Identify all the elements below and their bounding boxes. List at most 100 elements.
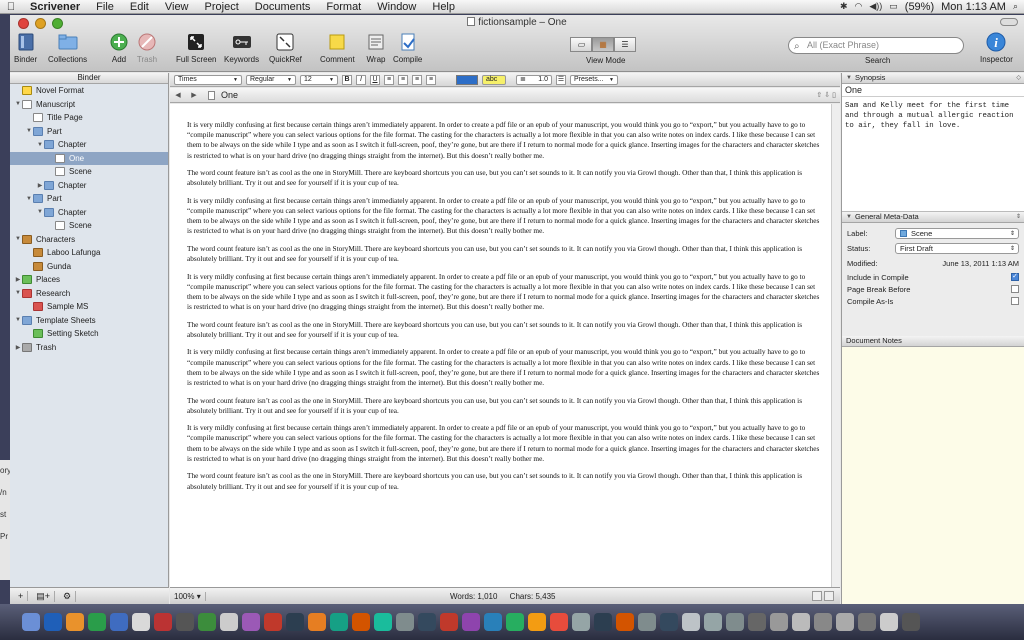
inspector-button[interactable]: i Inspector — [980, 32, 1013, 64]
dock-app-icon[interactable] — [242, 613, 260, 631]
binder-item[interactable]: Scene — [10, 219, 168, 233]
disclosure-triangle-icon[interactable]: ▶ — [14, 344, 22, 351]
dock-app-icon[interactable] — [462, 613, 480, 631]
menu-file[interactable]: File — [88, 0, 122, 14]
dock-app-icon[interactable] — [484, 613, 502, 631]
editor-paragraph[interactable]: The word count feature isn’t as cool as … — [187, 396, 824, 416]
binder-item[interactable]: One — [10, 151, 168, 165]
view-mode-document-button[interactable]: ▭ — [570, 37, 592, 52]
view-mode-outline-button[interactable]: ☰ — [614, 37, 636, 52]
binder-button[interactable]: Binder — [14, 32, 37, 64]
search-field[interactable]: ⌕ All (Exact Phrase) — [788, 37, 964, 54]
zoom-select[interactable]: 100% ▾ — [170, 591, 206, 601]
wrap-button[interactable]: Wrap — [365, 32, 387, 64]
dock-app-icon[interactable] — [352, 613, 370, 631]
binder-item[interactable]: ▼ Part — [10, 125, 168, 139]
disclosure-triangle-icon[interactable]: ▼ — [36, 209, 44, 215]
document-icon[interactable] — [824, 591, 834, 601]
battery-icon[interactable]: ▭ — [889, 1, 898, 12]
binder-item[interactable]: ▼ Chapter — [10, 206, 168, 220]
dock-app-icon[interactable] — [682, 613, 700, 631]
add-button[interactable]: Add — [108, 32, 130, 64]
dock-app-icon[interactable] — [440, 613, 458, 631]
full-screen-button[interactable]: Full Screen — [176, 32, 216, 64]
editor-paragraph[interactable]: The word count feature isn’t as cool as … — [187, 168, 824, 188]
disclosure-triangle-icon[interactable]: ▼ — [14, 317, 22, 323]
align-right-button[interactable]: ≡ — [412, 74, 422, 85]
menu-app[interactable]: Scrivener — [22, 0, 88, 14]
dock-app-icon[interactable] — [660, 613, 678, 631]
document-notes-header[interactable]: Document Notes — [842, 336, 1024, 347]
keywords-button[interactable]: Keywords — [224, 32, 259, 64]
wifi-icon[interactable]: ◠ — [854, 1, 862, 12]
dock-app-icon[interactable] — [132, 613, 150, 631]
status-select[interactable]: First Draft ⇕ — [895, 243, 1019, 254]
binder-add-folder-button[interactable]: ▤+ — [32, 590, 56, 602]
meta-data-header[interactable]: ▼ General Meta-Data ⇕ — [842, 212, 1024, 223]
dock-app-icon[interactable] — [374, 613, 392, 631]
synopsis-title-field[interactable]: One — [842, 84, 1024, 97]
disclosure-triangle-icon[interactable]: ▼ — [14, 236, 22, 242]
highlight-color-button[interactable]: abc — [482, 74, 506, 85]
dock-app-icon[interactable] — [506, 613, 524, 631]
dock-app-icon[interactable] — [550, 613, 568, 631]
editor-text[interactable]: It is very mildly confusing at first bec… — [170, 104, 840, 492]
dock-app-icon[interactable] — [154, 613, 172, 631]
disclosure-triangle-icon[interactable]: ▼ — [14, 101, 22, 107]
synopsis-text[interactable]: Sam and Kelly meet for the first time an… — [842, 97, 1024, 212]
target-icon[interactable] — [812, 591, 822, 601]
dock-app-icon[interactable] — [198, 613, 216, 631]
text-editor[interactable]: It is very mildly confusing at first bec… — [170, 104, 840, 587]
dock-app-icon[interactable] — [330, 613, 348, 631]
binder-item[interactable]: Title Page — [10, 111, 168, 125]
dock-app-icon[interactable] — [836, 613, 854, 631]
dock-app-icon[interactable] — [880, 613, 898, 631]
compile-as-is-checkbox[interactable] — [1011, 297, 1019, 305]
disclosure-triangle-icon[interactable]: ▼ — [14, 290, 22, 296]
binder-item[interactable]: Laboo Lafunga — [10, 246, 168, 260]
dock-app-icon[interactable] — [396, 613, 414, 631]
down-arrow-icon[interactable]: ⇩ — [824, 91, 830, 99]
justify-button[interactable]: ≡ — [426, 74, 436, 85]
disclosure-triangle-icon[interactable]: ▼ — [25, 196, 33, 202]
disclosure-triangle-icon[interactable]: ▼ — [36, 142, 44, 148]
presets-select[interactable]: Presets... ▼ — [570, 74, 618, 85]
font-style-select[interactable]: Regular ▼ — [246, 74, 296, 85]
dock-app-icon[interactable] — [308, 613, 326, 631]
binder-item[interactable]: ▼ Part — [10, 192, 168, 206]
binder-item[interactable]: ▼ Research — [10, 287, 168, 301]
align-left-button[interactable]: ≡ — [384, 74, 394, 85]
dock-app-icon[interactable] — [748, 613, 766, 631]
editor-paragraph[interactable]: It is very mildly confusing at first bec… — [187, 347, 824, 388]
clock[interactable]: Mon 1:13 AM — [941, 1, 1006, 13]
image-toggle-icon[interactable]: ◇ — [1016, 73, 1024, 83]
comment-button[interactable]: Comment — [320, 32, 355, 64]
include-in-compile-checkbox[interactable]: ✓ — [1011, 273, 1019, 281]
binder-item[interactable]: ▼ Template Sheets — [10, 314, 168, 328]
font-size-select[interactable]: 12 ▼ — [300, 74, 338, 85]
disclosure-triangle-icon[interactable]: ▶ — [36, 182, 44, 189]
binder-item[interactable]: Scene — [10, 165, 168, 179]
dock-app-icon[interactable] — [220, 613, 238, 631]
editor-paragraph[interactable]: The word count feature isn’t as cool as … — [187, 244, 824, 264]
binder-item[interactable]: ▼ Characters — [10, 233, 168, 247]
dock-app-icon[interactable] — [814, 613, 832, 631]
binder-item[interactable]: ▶ Chapter — [10, 179, 168, 193]
binder-item[interactable]: Novel Format — [10, 84, 168, 98]
binder-gear-button[interactable]: ⚙ — [59, 590, 77, 602]
compile-button[interactable]: Compile — [393, 32, 422, 64]
dock-app-icon[interactable] — [770, 613, 788, 631]
binder-add-button[interactable]: + — [14, 591, 29, 601]
quickref-button[interactable]: QuickRef — [269, 32, 302, 64]
text-color-well[interactable] — [456, 74, 478, 85]
binder-item[interactable]: ▼ Manuscript — [10, 98, 168, 112]
editor-paragraph[interactable]: It is very mildly confusing at first bec… — [187, 196, 824, 237]
menu-help[interactable]: Help — [424, 0, 463, 14]
dock-app-icon[interactable] — [22, 613, 40, 631]
spotlight-icon[interactable]: ⌕ — [1013, 1, 1018, 12]
page-break-before-checkbox[interactable] — [1011, 285, 1019, 293]
volume-icon[interactable]: ◀)) — [869, 1, 882, 12]
menu-edit[interactable]: Edit — [122, 0, 157, 14]
dock-app-icon[interactable] — [726, 613, 744, 631]
dock-app-icon[interactable] — [176, 613, 194, 631]
